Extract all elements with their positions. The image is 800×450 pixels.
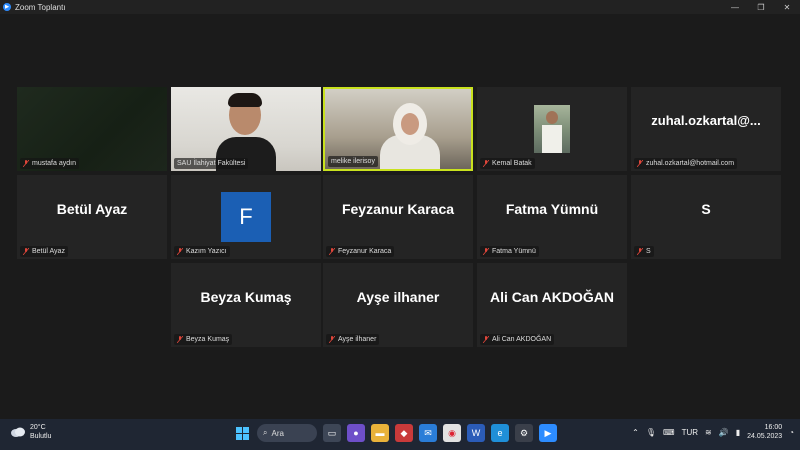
keyboard-icon[interactable]: ⌨ (663, 428, 675, 437)
volume-icon[interactable]: 🔊 (719, 428, 729, 437)
windows-taskbar: 20°C Bulutlu ⌕ Ara ▭ ● ▬ ◆ ✉ ◉ W e ⚙ ▶ ⌃… (0, 419, 800, 450)
muted-mic-icon (329, 248, 335, 255)
zoom-logo-icon: ▶ (3, 3, 11, 11)
chevron-up-icon[interactable]: ⌃ (632, 428, 639, 437)
participant-display-name: Betül Ayaz (56, 201, 128, 217)
participant-display-name: Feyzanur Karaca (341, 201, 455, 217)
muted-mic-icon (329, 336, 335, 343)
participant-name-label: Ali Can AKDOĞAN (480, 334, 555, 345)
taskbar-search[interactable]: ⌕ Ara (257, 424, 317, 442)
participant-tile[interactable]: Fatma Yümnü Fatma Yümnü (477, 175, 627, 259)
participant-display-name: S (701, 201, 711, 217)
edge-icon[interactable]: e (491, 424, 509, 442)
window-title: Zoom Toplantı (15, 2, 66, 12)
profile-photo (534, 105, 570, 153)
weather-temp: 20°C (30, 424, 46, 431)
notification-icon[interactable]: ◔ (789, 428, 794, 437)
zoom-taskbar-icon[interactable]: ▶ (539, 424, 557, 442)
weather-desc: Bulutlu (30, 433, 52, 440)
muted-mic-icon (177, 248, 183, 255)
participant-tile[interactable]: mustafa aydın (17, 87, 167, 171)
muted-mic-icon (177, 336, 183, 343)
participant-tile[interactable]: SAU İlahiyat Fakültesi (171, 87, 321, 171)
teams-chat-icon[interactable]: ● (347, 424, 365, 442)
microphone-icon[interactable]: 🎙 (646, 428, 656, 437)
participant-name-label: SAU İlahiyat Fakültesi (174, 158, 249, 169)
muted-mic-icon (483, 160, 489, 167)
muted-mic-icon (483, 336, 489, 343)
participant-name-label: Kemal Batak (480, 158, 535, 169)
participant-display-name: Ayşe ilhaner (356, 289, 440, 305)
settings-gear-icon[interactable]: ⚙ (515, 424, 533, 442)
participant-name-label: Fatma Yümnü (480, 246, 539, 257)
minimize-button[interactable]: — (722, 0, 748, 14)
system-tray: ⌃ 🎙 ⌨ TUR ≋ 🔊 ▮ 16:00 24.05.2023 ◔ (632, 423, 794, 441)
maximize-button[interactable]: ❐ (748, 0, 774, 14)
title-bar: ▶ Zoom Toplantı — ❐ ✕ (0, 0, 800, 14)
windows-start-icon[interactable] (233, 424, 251, 442)
participant-name-label: Ayşe ilhaner (326, 334, 380, 345)
participant-name-label: Feyzanur Karaca (326, 246, 395, 257)
participant-tile[interactable]: Ali Can AKDOĞAN Ali Can AKDOĞAN (477, 263, 627, 347)
participant-tile[interactable]: zuhal.ozkartal@... zuhal.ozkartal@hotmai… (631, 87, 781, 171)
participant-tile[interactable]: Betül Ayaz Betül Ayaz (17, 175, 167, 259)
muted-mic-icon (637, 248, 643, 255)
participant-tile[interactable]: Kemal Batak (477, 87, 627, 171)
close-button[interactable]: ✕ (774, 0, 800, 14)
file-explorer-icon[interactable]: ▬ (371, 424, 389, 442)
search-icon: ⌕ (263, 428, 268, 437)
participant-name-label: mustafa aydın (20, 158, 79, 169)
language-indicator[interactable]: TUR (682, 428, 698, 437)
participant-tile[interactable]: S S (631, 175, 781, 259)
mail-icon[interactable]: ✉ (419, 424, 437, 442)
weather-widget[interactable]: 20°C Bulutlu (10, 423, 51, 441)
muted-mic-icon (23, 248, 29, 255)
participant-tile[interactable]: F Kazım Yazıcı (171, 175, 321, 259)
wifi-icon[interactable]: ≋ (705, 428, 712, 437)
gallery-view: mustafa aydın SAU İlahiyat Fakültesi mel… (0, 14, 800, 419)
word-icon[interactable]: W (467, 424, 485, 442)
participant-avatar: F (221, 192, 271, 242)
muted-mic-icon (23, 160, 29, 167)
cloud-icon (11, 427, 25, 437)
participant-name-label: Betül Ayaz (20, 246, 68, 257)
clock[interactable]: 16:00 24.05.2023 (747, 423, 782, 441)
participant-display-name: Ali Can AKDOĞAN (490, 289, 614, 305)
participant-tile-active-speaker[interactable]: melike ilerisoy (323, 87, 473, 171)
app-icon[interactable]: ◆ (395, 424, 413, 442)
participant-name-label: zuhal.ozkartal@hotmail.com (634, 158, 738, 169)
participant-name-label: Beyza Kumaş (174, 334, 233, 345)
participant-name-label: S (634, 246, 654, 257)
participant-tile[interactable]: Ayşe ilhaner Ayşe ilhaner (323, 263, 473, 347)
participant-name-label: melike ilerisoy (328, 156, 378, 167)
task-view-icon[interactable]: ▭ (323, 424, 341, 442)
participant-display-name: Beyza Kumaş (200, 289, 292, 305)
muted-mic-icon (483, 248, 489, 255)
battery-icon[interactable]: ▮ (736, 428, 740, 437)
muted-mic-icon (637, 160, 643, 167)
participant-name-label: Kazım Yazıcı (174, 246, 230, 257)
chrome-icon[interactable]: ◉ (443, 424, 461, 442)
participant-display-name: zuhal.ozkartal@... (651, 113, 761, 128)
participant-tile[interactable]: Feyzanur Karaca Feyzanur Karaca (323, 175, 473, 259)
participant-tile[interactable]: Beyza Kumaş Beyza Kumaş (171, 263, 321, 347)
participant-display-name: Fatma Yümnü (505, 201, 599, 217)
